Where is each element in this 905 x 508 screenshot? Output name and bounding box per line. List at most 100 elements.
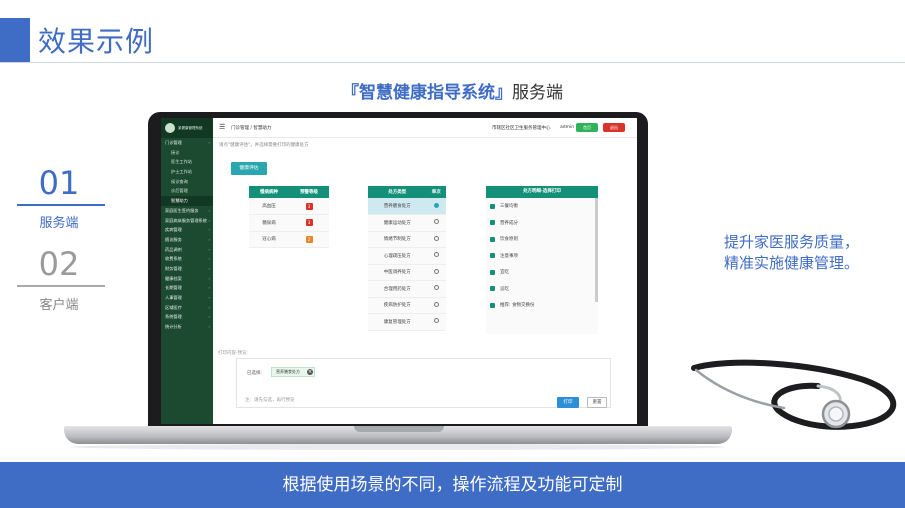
home-button[interactable]: 首页: [576, 123, 598, 132]
sidebar-item-label: 疾病管理: [165, 227, 182, 233]
sidebar-item[interactable]: 智慧助力: [161, 196, 213, 206]
sidebar-item[interactable]: 统计分析 ›: [161, 322, 213, 332]
sidebar-item[interactable]: 药品调剂 ›: [161, 245, 213, 255]
app-logo-icon: [165, 123, 175, 133]
section-underline: [17, 204, 105, 206]
chevron-right-icon: ›: [208, 207, 210, 213]
checkbox[interactable]: [490, 203, 495, 209]
table-row[interactable]: 疾病防护处方: [368, 297, 446, 314]
menu-toggle-icon[interactable]: ☰: [219, 124, 225, 131]
rx-radio-cell: [426, 214, 446, 232]
chevron-right-icon: ›: [208, 227, 210, 233]
section-label[interactable]: 服务端: [14, 212, 104, 231]
sidebar-item[interactable]: 诊后管理: [161, 186, 213, 196]
rx-detail-scrollbar[interactable]: [595, 198, 598, 302]
warning-level-cell: 2: [289, 231, 329, 248]
sidebar-item-label: 收费系统: [165, 256, 182, 262]
chevron-right-icon: ›: [208, 275, 210, 281]
slogan-line-1: 提升家医服务质量，: [724, 233, 860, 251]
table-row[interactable]: 营养膳食处方: [368, 198, 446, 215]
checkbox[interactable]: [490, 220, 495, 226]
prescription-table: 处方类型 单次 营养膳食处方 健康运动处方 情绪节制处方 心理疏压处方 中医调养处方 合理…: [368, 186, 446, 331]
list-item[interactable]: 推荐: 食物交换份: [486, 297, 598, 314]
sidebar-item[interactable]: 疾病管理 ›: [161, 225, 213, 235]
user-name[interactable]: admin: [560, 125, 574, 130]
rx-single-col-header: 单次: [426, 186, 446, 198]
checkbox[interactable]: [490, 269, 495, 275]
print-button[interactable]: 打印: [557, 397, 579, 408]
sidebar-item[interactable]: 系统管理 ›: [161, 312, 213, 322]
chevron-right-icon: ›: [208, 256, 210, 262]
disease-col-header: 慢病病种: [249, 186, 289, 198]
section-number[interactable]: 02: [14, 245, 104, 283]
chevron-right-icon: ›: [208, 236, 210, 242]
disease-table: 慢病病种 预警等级 高血压 3 糖尿病 3 冠心病 2: [249, 186, 329, 248]
logout-button[interactable]: 退出: [603, 123, 625, 132]
checkbox[interactable]: [490, 286, 495, 292]
disease-name: 冠心病: [249, 231, 289, 248]
sidebar-item[interactable]: 候诊查询: [161, 177, 213, 187]
table-row[interactable]: 健康运动处方: [368, 214, 446, 232]
section-number[interactable]: 01: [14, 164, 104, 202]
subtitle-brand: 『智慧健康指导系统』: [342, 83, 512, 103]
health-assess-button[interactable]: 健康评估: [231, 162, 267, 175]
warning-level-cell: 3: [289, 214, 329, 232]
sidebar-item[interactable]: 区域医疗 ›: [161, 303, 213, 313]
sidebar-item-label: 药品调剂: [165, 246, 182, 252]
list-item[interactable]: 饮食原则: [486, 231, 598, 248]
sidebar-item-label: 接诊: [171, 149, 180, 155]
sidebar-item[interactable]: 财务管理 ›: [161, 264, 213, 274]
checkbox[interactable]: [490, 236, 495, 242]
table-row[interactable]: 合理用药处方: [368, 280, 446, 298]
list-item[interactable]: 忌吃: [486, 281, 598, 298]
radio-button[interactable]: [433, 219, 439, 225]
radio-button[interactable]: [433, 285, 439, 291]
sidebar-item-label: 智慧助力: [171, 198, 188, 204]
sidebar-item[interactable]: 健康档案 ›: [161, 274, 213, 284]
checkbox[interactable]: [490, 302, 495, 308]
slogan: 提升家医服务质量， 精准实施健康管理。: [724, 232, 859, 274]
subtitle: 『智慧健康指导系统』服务端: [0, 78, 905, 103]
rx-type-name: 情绪节制处方: [368, 231, 427, 248]
rx-type-name: 心理疏压处方: [368, 247, 427, 265]
radio-button[interactable]: [433, 268, 439, 274]
sidebar-item[interactable]: 家庭病床服务管理系统 ›: [161, 216, 213, 226]
remove-tag-icon[interactable]: ×: [307, 369, 313, 375]
stethoscope-icon: [691, 359, 897, 430]
table-row[interactable]: 情绪节制处方: [368, 231, 446, 248]
sidebar-item[interactable]: 接诊: [161, 148, 213, 158]
sidebar-item[interactable]: 随访服务 ›: [161, 235, 213, 245]
chevron-right-icon: ›: [208, 246, 210, 252]
sidebar-item[interactable]: 门诊管理 ›: [161, 138, 213, 148]
sidebar-item[interactable]: 护士工作站: [161, 167, 213, 177]
radio-button[interactable]: [433, 301, 439, 307]
section-label[interactable]: 客户端: [14, 294, 104, 313]
table-row: 高血压 3: [249, 198, 329, 215]
list-item[interactable]: 注意事项: [486, 248, 598, 265]
table-row[interactable]: 康复管理处方: [368, 313, 446, 331]
sidebar-item[interactable]: 家庭医生签约服务 ›: [161, 206, 213, 216]
sidebar-item[interactable]: 医生工作站: [161, 157, 213, 167]
list-item[interactable]: 营养成分: [486, 215, 598, 232]
reset-button[interactable]: 重置: [587, 397, 607, 408]
table-row[interactable]: 中医调养处方: [368, 264, 446, 281]
list-item[interactable]: 三餐均衡: [486, 198, 598, 215]
sidebar-item-label: 诊后管理: [171, 188, 188, 194]
checkbox[interactable]: [490, 253, 495, 259]
print-section-label: 打印内容-预览:: [218, 351, 249, 356]
radio-button[interactable]: [433, 235, 439, 241]
sidebar-item-label: 候诊查询: [171, 178, 188, 184]
radio-button[interactable]: [433, 202, 439, 208]
table-row[interactable]: 心理疏压处方: [368, 247, 446, 265]
rx-type-name: 合理用药处方: [368, 280, 427, 298]
sidebar-item-label: 家庭病床服务管理系统: [165, 217, 207, 223]
sidebar-item[interactable]: 收费系统 ›: [161, 254, 213, 264]
header-accent-block: [0, 18, 30, 62]
list-item[interactable]: 宜吃: [486, 264, 598, 281]
radio-button[interactable]: [433, 252, 439, 258]
org-name: 市辖区社区卫生服务管理中心: [492, 126, 551, 131]
sidebar-item[interactable]: 人事管理 ›: [161, 293, 213, 303]
radio-button[interactable]: [433, 318, 439, 324]
app-brand: 某健康管理系统: [161, 118, 213, 138]
sidebar-item[interactable]: 长期管理 ›: [161, 283, 213, 293]
